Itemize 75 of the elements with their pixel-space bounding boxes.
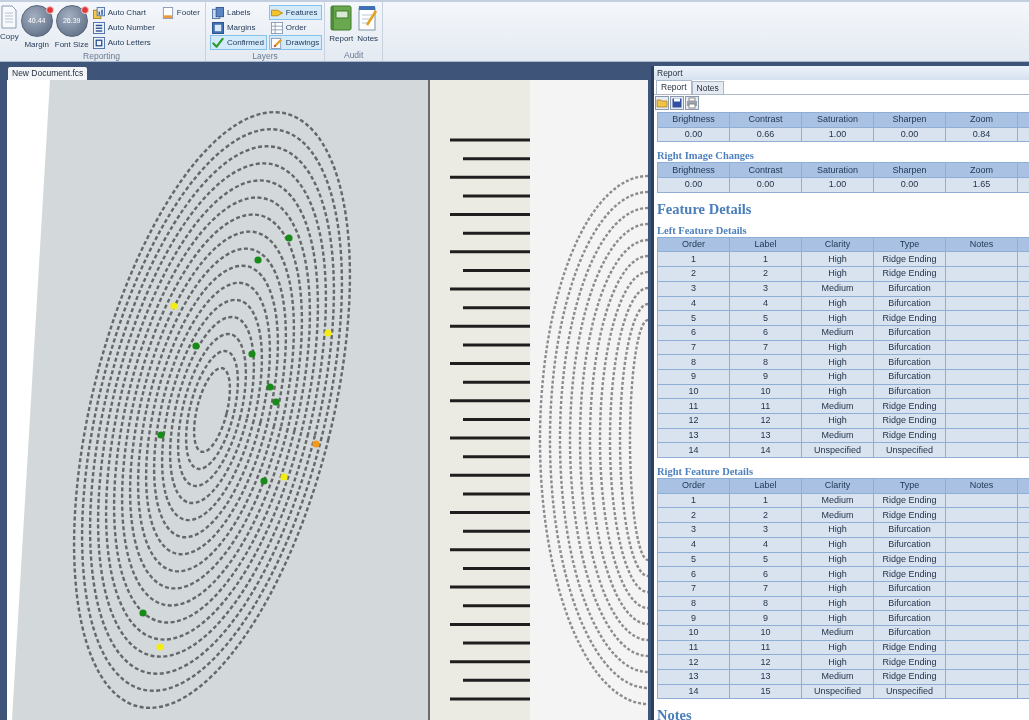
column-header: Brightness [657,112,730,128]
column-header: Clarity [801,237,874,252]
grid-icon [270,21,283,34]
ribbon-button[interactable]: Auto Number [90,20,158,35]
indicator-dot-icon [80,6,89,14]
column-header: Notes [945,478,1018,494]
column-header: Saturation [801,162,874,178]
panel-title-bar: Report [654,66,1029,80]
save-icon[interactable] [670,95,684,110]
marker-dot-icon[interactable] [156,643,164,651]
ribbon-button[interactable]: Drawings [268,35,323,50]
column-header: Clarity [801,478,874,494]
marker-dot-icon[interactable] [254,256,262,264]
notebook-icon [330,5,353,31]
marker-dot-icon[interactable] [248,350,256,358]
notepad-icon [357,5,378,31]
section-heading: Notes [657,707,692,720]
marker-dot-icon[interactable] [139,609,147,617]
frame-icon [92,36,105,49]
marker-dot-icon[interactable] [324,329,332,337]
documents-icon [211,6,224,19]
marker-dot-icon[interactable] [272,398,280,406]
marker-dot-icon[interactable] [280,473,288,481]
ribbon-button[interactable]: Notes [355,3,381,44]
dial-label: Font Size [54,40,89,50]
marker-dot-icon[interactable] [192,342,200,350]
column-header: Sharpen [873,112,946,128]
ribbon-button[interactable]: Copy [0,3,19,42]
panel-tab[interactable]: Report [656,80,692,94]
ribbon-button[interactable]: Confirmed [209,35,267,50]
column-header: Contrast [729,112,802,128]
column-header: Label [729,237,802,252]
list-icon [92,21,105,34]
column-header: Zoom [945,112,1018,128]
square-frame-icon [211,21,224,34]
ribbon-button[interactable]: Margins [209,20,267,35]
column-header: Label [729,478,802,494]
column-header: Type [873,478,946,494]
section-subheading: Right Feature Details [657,466,754,479]
column-header: Zoom [945,162,1018,178]
ribbon-button[interactable]: Report [327,3,356,44]
marker-dot-icon[interactable] [260,477,268,485]
document-tab[interactable]: New Document.fcs [8,67,88,80]
column-header: Type [873,237,946,252]
group-label: Layers [251,50,279,62]
check-icon [211,36,224,49]
marker-dot-icon[interactable] [266,383,274,391]
chart-icon [92,6,105,19]
ribbon-button[interactable]: Labels [209,5,267,20]
footer-icon [161,6,174,19]
section-subheading: Right Image Changes [657,150,754,163]
group-label: Audit [342,49,365,61]
indicator-dot-icon [45,6,54,14]
ribbon-button[interactable]: Order [268,20,323,35]
column-header: Brightness [657,162,730,178]
ribbon-button[interactable]: Features [268,5,323,20]
column-header: Notes [945,237,1018,252]
pencil-icon [270,36,283,49]
column-header: Order [657,237,730,252]
column-header: Sharpen [873,162,946,178]
ribbon-button[interactable]: Auto Chart [90,5,158,20]
column-header: Contrast [729,162,802,178]
marker-dot-icon[interactable] [285,234,293,242]
section-subheading: Left Feature Details [657,224,747,237]
column-header: Order [657,478,730,494]
ribbon-button[interactable]: Auto Letters [90,35,158,50]
marker-dot-icon[interactable] [312,440,320,448]
group-label: Reporting [82,50,121,62]
column-header: Saturation [801,112,874,128]
marker-dot-icon[interactable] [157,431,165,439]
panel-tab[interactable]: Notes [691,81,724,94]
marker-dot-icon[interactable] [170,302,178,310]
dial-label: Margin [24,40,49,50]
section-heading: Feature Details [657,200,752,217]
ribbon-button[interactable]: Footer [159,5,203,20]
